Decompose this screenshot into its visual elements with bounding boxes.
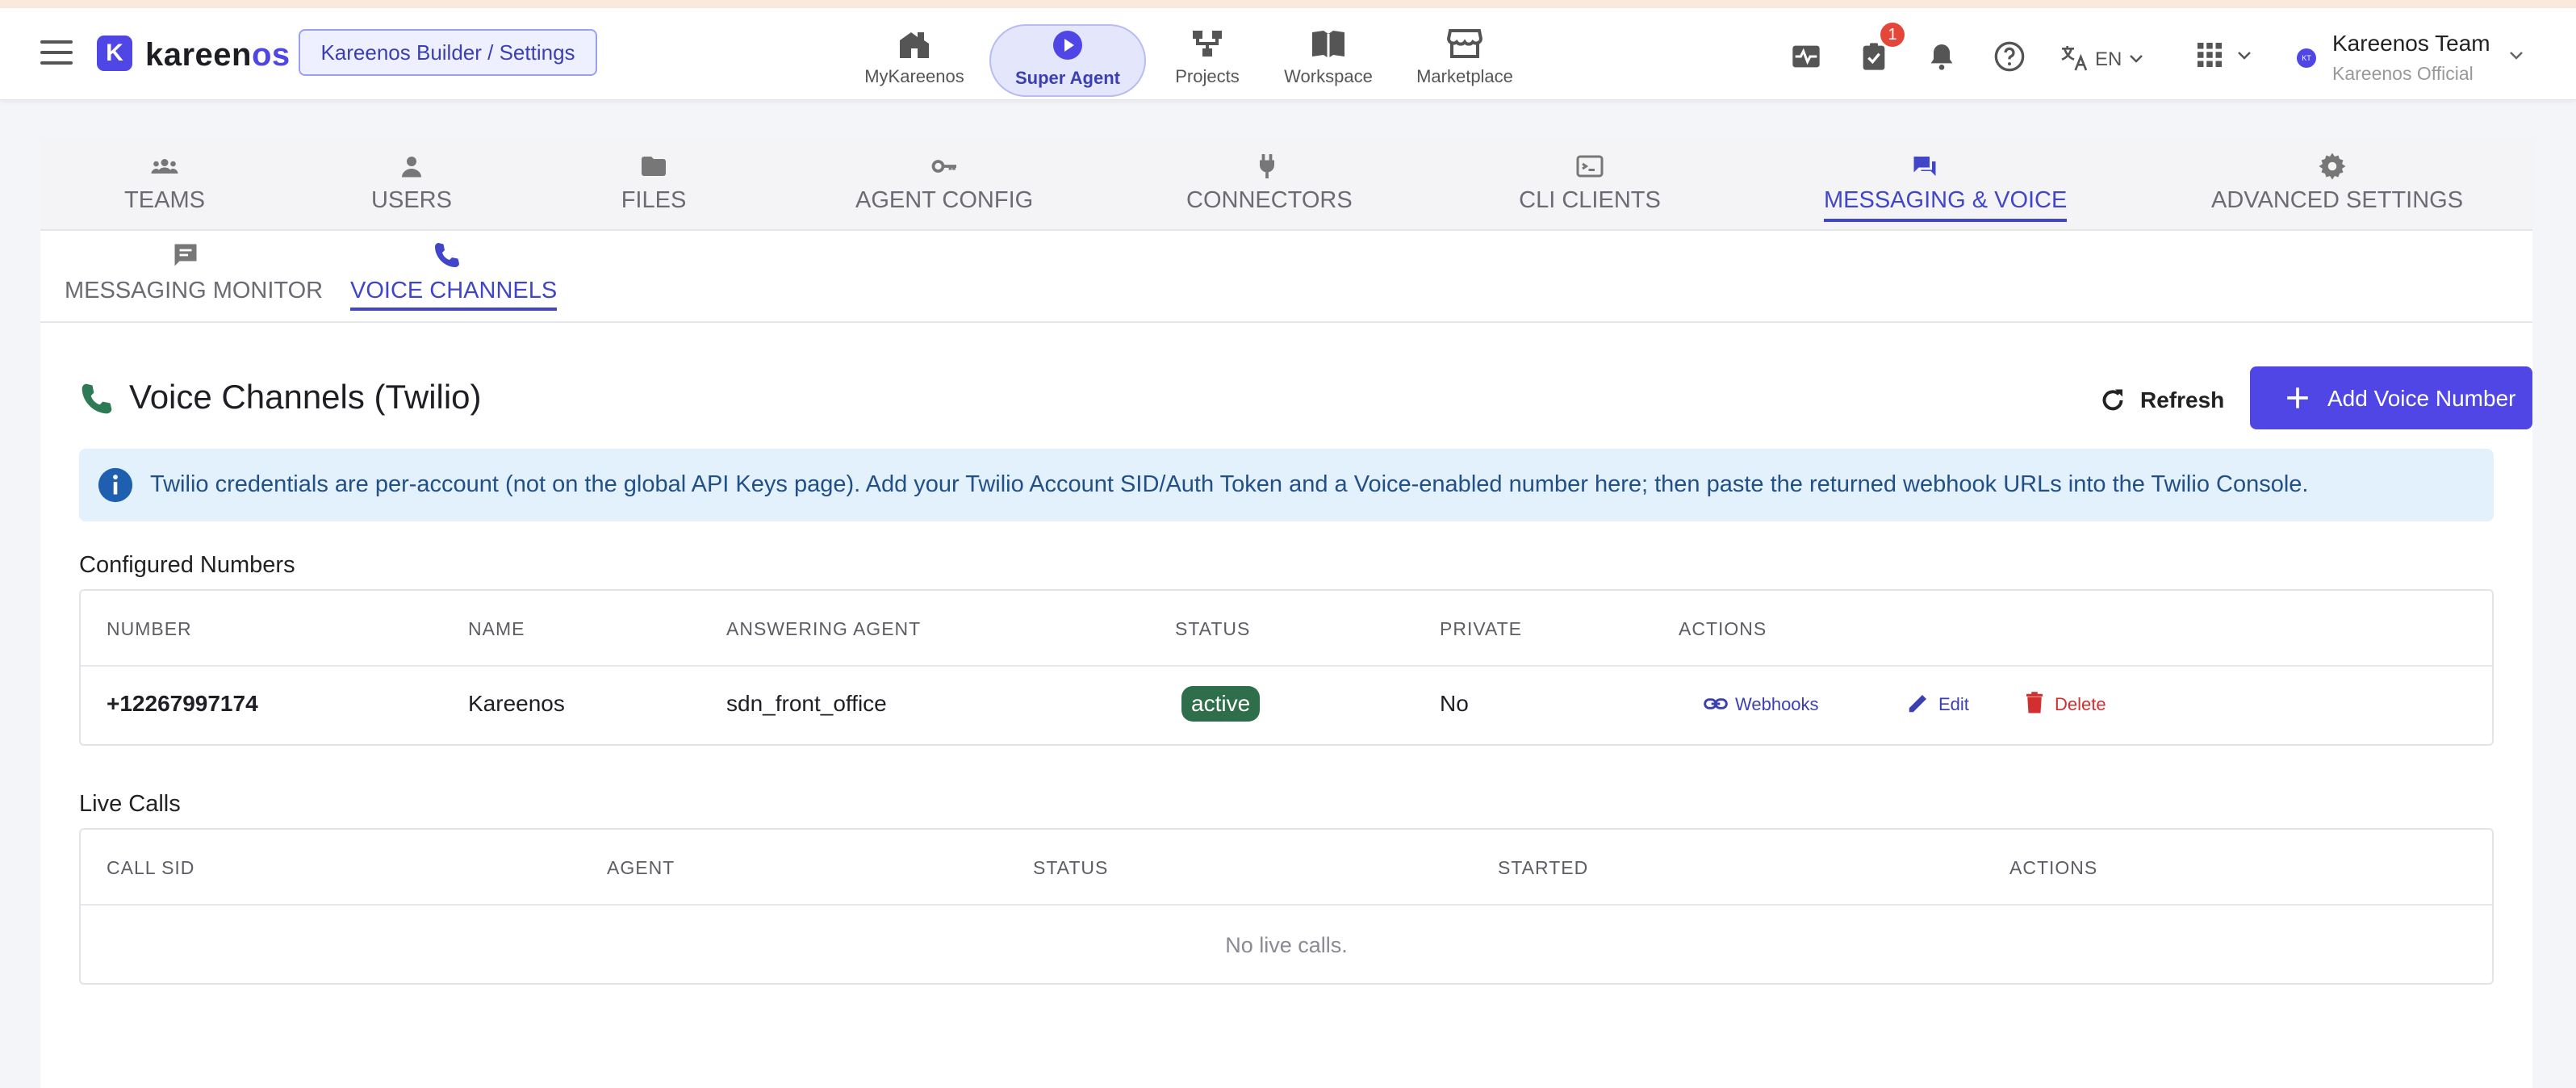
nav-mykareenos[interactable]: MyKareenos (855, 24, 973, 97)
key-icon (931, 160, 956, 173)
table-header: CALL SID AGENT STATUS STARTED ACTIONS (81, 830, 2492, 906)
empty-state: No live calls. (1225, 933, 1348, 957)
logo-text: kareenos (145, 37, 291, 73)
settings-tabs: TEAMS USERS FILES AGENT CONFIG CONNECTOR… (40, 137, 2532, 231)
configured-numbers-label: Configured Numbers (79, 552, 295, 578)
nav-marketplace[interactable]: Marketplace (1404, 24, 1525, 97)
link-icon (1704, 698, 1728, 709)
play-icon (1053, 31, 1082, 60)
col-agent: AGENT (607, 857, 675, 878)
nav-workspace[interactable]: Workspace (1272, 24, 1385, 97)
message-icon (174, 244, 197, 266)
table-header: NUMBER NAME ANSWERING AGENT STATUS PRIVA… (81, 591, 2492, 667)
trash-icon (2026, 692, 2043, 713)
settings-panel: TEAMS USERS FILES AGENT CONFIG CONNECTOR… (40, 137, 2532, 1088)
pencil-icon (1909, 695, 1926, 713)
translate-icon (2061, 46, 2088, 71)
col-status: STATUS (1033, 857, 1109, 878)
refresh-button[interactable]: Refresh (2090, 373, 2276, 425)
tab-teams[interactable]: TEAMS (108, 137, 221, 229)
col-started: STARTED (1498, 857, 1589, 878)
add-voice-number-button[interactable]: Add Voice Number (2250, 366, 2532, 429)
cell-name: Kareenos (468, 691, 565, 716)
avatar: KT (2297, 48, 2316, 68)
tab-messaging-monitor[interactable]: MESSAGING MONITOR (65, 231, 323, 321)
nav-projects[interactable]: Projects (1162, 24, 1252, 97)
person-icon (402, 157, 421, 178)
user-menu[interactable]: KT Kareenos Team Kareenos Official (2297, 29, 2539, 86)
col-call-sid: CALL SID (107, 857, 195, 878)
nav-super-agent[interactable]: Super Agent (989, 24, 1146, 97)
book-icon (1312, 31, 1344, 58)
col-number: NUMBER (107, 618, 192, 639)
tab-messaging-voice[interactable]: MESSAGING & VOICE (1824, 137, 2068, 229)
chevron-down-icon (2510, 52, 2523, 60)
store-icon (1446, 29, 1483, 58)
menu-icon[interactable] (40, 40, 73, 66)
cell-private: No (1440, 691, 1469, 716)
monitor-heart-icon[interactable] (1790, 40, 1822, 73)
plug-icon (1260, 154, 1274, 178)
cell-agent: sdn_front_office (726, 691, 887, 716)
chevron-down-icon (2238, 52, 2251, 60)
col-name: NAME (468, 618, 525, 639)
help-icon[interactable] (1993, 40, 2026, 73)
col-answering-agent: ANSWERING AGENT (726, 618, 922, 639)
col-status: STATUS (1175, 618, 1251, 639)
tab-connectors[interactable]: CONNECTORS (1186, 137, 1353, 229)
top-accent-line (0, 0, 2576, 8)
voice-subtabs: MESSAGING MONITOR VOICE CHANNELS (40, 231, 2532, 323)
apps-grid-icon (2198, 43, 2222, 67)
info-text: Twilio credentials are per-account (not … (150, 471, 2309, 497)
gear-icon (2319, 153, 2346, 180)
col-actions: ACTIONS (2009, 857, 2098, 878)
apps-menu[interactable] (2195, 40, 2260, 73)
terminal-icon (1576, 155, 1604, 178)
page-header: Voice Channels (Twilio) Refresh Add Voic… (79, 366, 2532, 431)
tab-files[interactable]: FILES (613, 137, 694, 229)
phone-icon (82, 383, 112, 414)
col-actions: ACTIONS (1679, 618, 1767, 639)
logo-icon: K (97, 36, 132, 71)
hierarchy-icon (1193, 31, 1222, 56)
tasks-badge: 1 (1880, 23, 1905, 47)
phone-icon (435, 243, 459, 267)
status-badge: active (1181, 686, 1261, 722)
info-icon (98, 467, 133, 503)
home-icon (900, 32, 929, 58)
breadcrumb[interactable]: Kareenos Builder / Settings (299, 29, 597, 76)
tab-advanced-settings[interactable]: ADVANCED SETTINGS (2211, 137, 2463, 229)
chevron-down-icon (2130, 55, 2143, 63)
page-title: Voice Channels (Twilio) (129, 378, 482, 416)
refresh-icon (2102, 389, 2123, 411)
chat-icon (1913, 157, 1936, 176)
live-calls-table: CALL SID AGENT STATUS STARTED ACTIONS No… (79, 828, 2494, 985)
tab-cli-clients[interactable]: CLI CLIENTS (1517, 137, 1662, 229)
col-private: PRIVATE (1440, 618, 1522, 639)
group-icon (151, 159, 178, 174)
tab-voice-channels[interactable]: VOICE CHANNELS (350, 231, 558, 321)
table-row: +12267997174 Kareenos sdn_front_office a… (81, 667, 2492, 744)
info-alert: Twilio credentials are per-account (not … (79, 449, 2494, 521)
plus-icon (2287, 387, 2308, 408)
folder-icon (642, 157, 666, 176)
cell-number: +12267997174 (107, 691, 258, 716)
app-header: K kareenos Kareenos Builder / Settings M… (0, 8, 2576, 100)
tab-agent-config[interactable]: AGENT CONFIG (855, 137, 1033, 229)
live-calls-label: Live Calls (79, 791, 181, 817)
configured-numbers-table: NUMBER NAME ANSWERING AGENT STATUS PRIVA… (79, 589, 2494, 746)
bell-icon[interactable] (1926, 40, 1958, 73)
tab-users[interactable]: USERS (363, 137, 460, 229)
task-check-icon[interactable] (1858, 40, 1890, 73)
user-name: Kareenos Team (2332, 31, 2490, 56)
user-org: Kareenos Official (2332, 63, 2474, 84)
